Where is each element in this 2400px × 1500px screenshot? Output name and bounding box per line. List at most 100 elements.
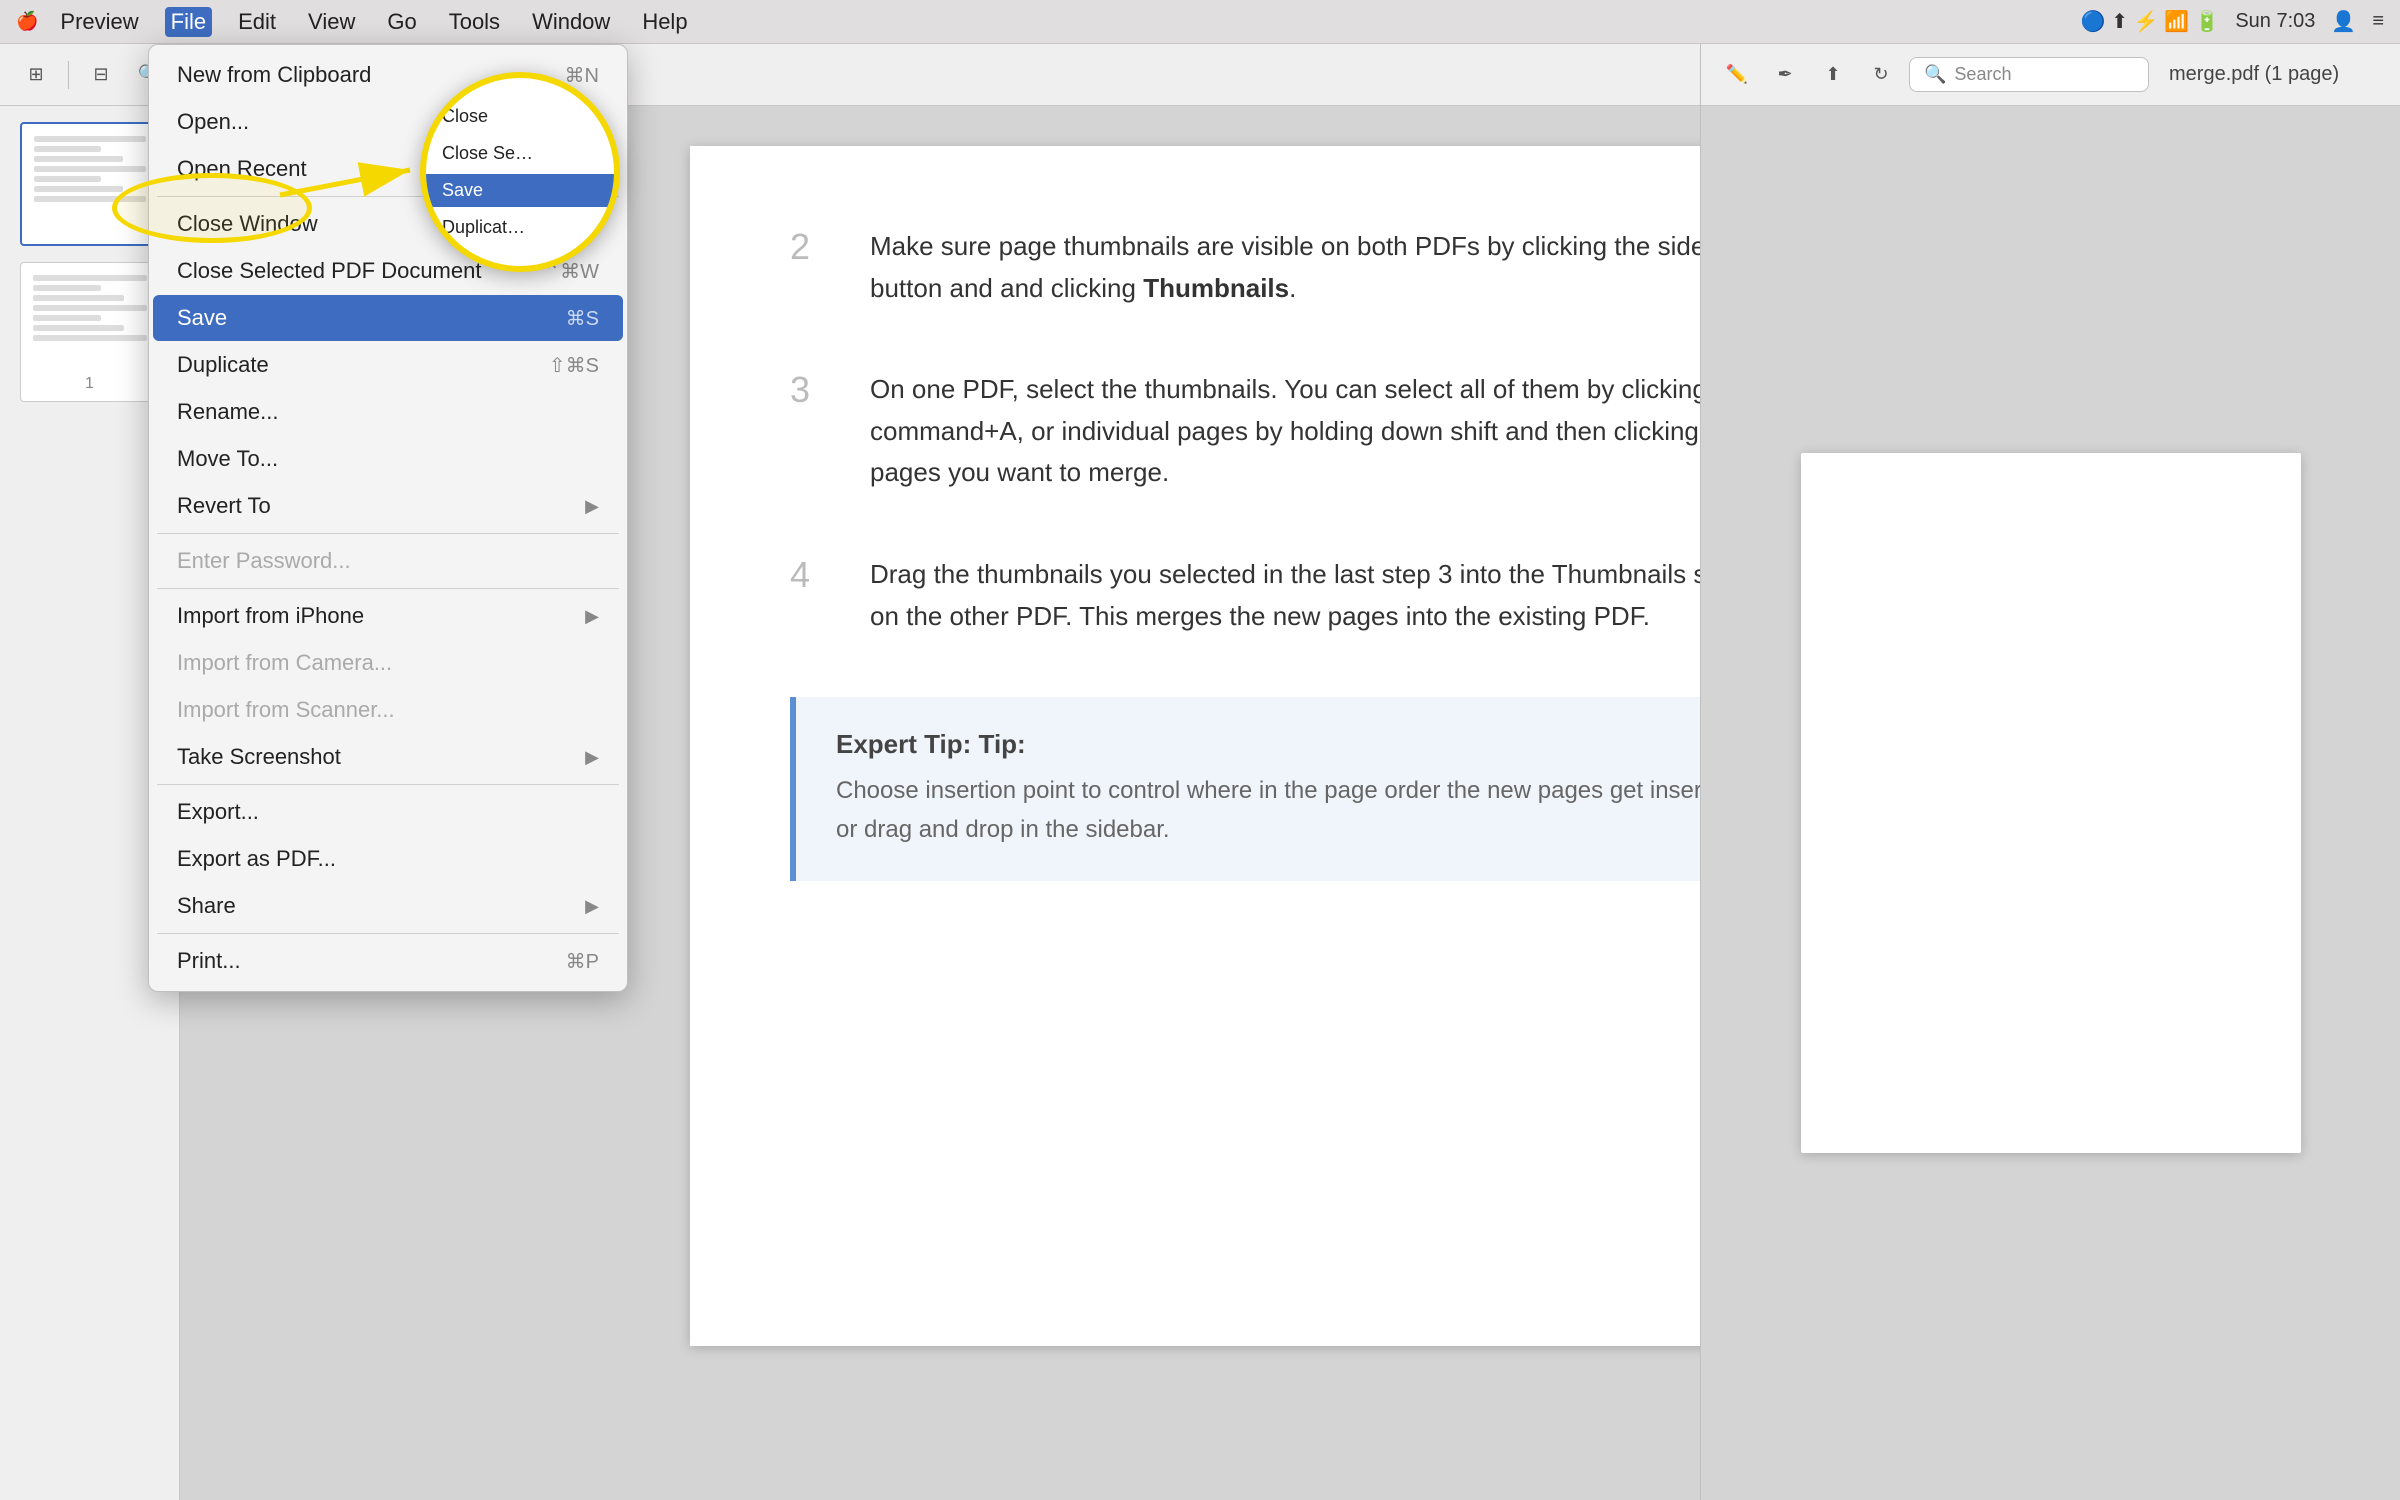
menubar-window[interactable]: Window [526,7,616,37]
menu-shortcut-print: ⌘P [566,949,599,974]
menubar-edit[interactable]: Edit [232,7,282,37]
menubar: 🍎 Preview File Edit View Go Tools Window… [0,0,2400,44]
menu-item-print[interactable]: Print... ⌘P [153,938,623,984]
thumb-line [33,295,124,301]
second-doc-area [1701,106,2400,1500]
zoom-item-close: Close [426,100,614,133]
step-text-3: On one PDF, select the thumbnails. You c… [870,369,1790,494]
menu-arrow-share: ▶ [585,896,599,917]
menu-arrow-take-screenshot: ▶ [585,747,599,768]
menubar-file[interactable]: File [165,7,212,37]
menu-label-import-camera: Import from Camera... [177,650,392,676]
menu-item-rename[interactable]: Rename... [153,389,623,435]
second-toolbar-rotate[interactable]: ↻ [1861,57,1901,93]
menubar-view[interactable]: View [302,7,361,37]
second-toolbar-markup[interactable]: ✒ [1765,57,1805,93]
thumb-line [33,335,147,341]
second-tab-label: merge.pdf (1 page) [2157,63,2351,86]
step-4: 4 Drag the thumbnails you selected in th… [790,554,1790,637]
step-text-4: Drag the thumbnails you selected in the … [870,554,1790,637]
menu-item-export-pdf[interactable]: Export as PDF... [153,836,623,882]
menubar-right: 🔵 ⬆ ⚡ 📶 🔋 Sun 7:03 👤 ≡ [2081,9,2384,34]
menu-item-take-screenshot[interactable]: Take Screenshot ▶ [153,734,623,780]
menu-item-password: Enter Password... [153,538,623,584]
menu-item-import-iphone[interactable]: Import from iPhone ▶ [153,593,623,639]
menu-label-close-pdf: Close Selected PDF Document [177,258,481,284]
thumb-line [33,325,124,331]
second-toolbar-pen[interactable]: ✏️ [1717,57,1757,93]
menu-item-import-camera: Import from Camera... [153,640,623,686]
thumb-line [34,176,101,182]
menubar-preview[interactable]: Preview [54,7,144,37]
menubar-icons: 🔵 ⬆ ⚡ 📶 🔋 [2081,9,2220,34]
step-3: 3 On one PDF, select the thumbnails. You… [790,369,1790,494]
menu-item-save[interactable]: Save ⌘S [153,295,623,341]
step-text-2: Make sure page thumbnails are visible on… [870,226,1790,309]
menu-label-revert: Revert To [177,493,271,519]
thumb-line [34,136,146,142]
thumb-line [33,275,147,281]
thumb-content-2 [29,271,151,371]
menu-item-duplicate[interactable]: Duplicate ⇧⌘S [153,342,623,388]
menu-item-share[interactable]: Share ▶ [153,883,623,929]
menu-label-duplicate: Duplicate [177,352,269,378]
expert-tip: Expert Tip: Tip: Choose insertion point … [790,697,1790,881]
thumb-num-2: 1 [29,375,151,393]
menu-label-print: Print... [177,948,241,974]
toolbar-zoom-fit[interactable]: ⊟ [81,57,121,93]
menu-shortcut-save: ⌘S [566,306,599,331]
step-num-4: 4 [790,554,830,637]
menu-label-open-recent: Open Recent [177,156,307,182]
thumb-line [34,146,101,152]
second-window: ✏️ ✒ ⬆ ↻ 🔍 Search merge.pdf (1 page) [1700,44,2400,1500]
menu-label-password: Enter Password... [177,548,351,574]
menu-label-move-to: Move To... [177,446,278,472]
menu-label-close-window: Close Window [177,211,318,237]
thumbnail-page-2[interactable]: 1 [20,262,160,402]
menubar-tools[interactable]: Tools [443,7,506,37]
menu-label-import-iphone: Import from iPhone [177,603,364,629]
thumb-line [33,315,101,321]
zoom-item-duplicat: Duplicat… [426,211,614,244]
menu-shortcut-new-clipboard: ⌘N [565,63,599,88]
menu-item-revert[interactable]: Revert To ▶ [153,483,623,529]
thumb-line [33,305,147,311]
menu-sep-3 [157,588,619,589]
menu-label-export-pdf: Export as PDF... [177,846,336,872]
menubar-help[interactable]: Help [636,7,693,37]
menu-sep-4 [157,784,619,785]
apple-menu[interactable]: 🍎 [16,11,38,32]
search-bar-right[interactable]: 🔍 Search [1909,57,2149,92]
search-icon-right: 🔍 [1924,64,1946,85]
expert-tip-text: Choose insertion point to control where … [836,772,1750,849]
menu-sep-5 [157,933,619,934]
menubar-time: Sun 7:03 [2235,10,2315,33]
menubar-menu-icon: ≡ [2372,10,2384,33]
menu-label-take-screenshot: Take Screenshot [177,744,341,770]
thumbnail-page-1[interactable] [20,122,160,246]
thumb-line [33,285,101,291]
menu-label-new-clipboard: New from Clipboard [177,62,371,88]
menu-label-export: Export... [177,799,259,825]
menu-shortcut-duplicate: ⇧⌘S [549,353,599,378]
thumb-content-1 [30,132,150,232]
thumb-line [34,196,146,202]
second-toolbar-share[interactable]: ⬆ [1813,57,1853,93]
menubar-go[interactable]: Go [381,7,422,37]
menu-sep-2 [157,533,619,534]
toolbar-sep-1 [68,61,69,89]
menu-arrow-revert: ▶ [585,496,599,517]
step-num-3: 3 [790,369,830,494]
toolbar-sidebar-btn[interactable]: ⊞ [16,57,56,93]
step-num-2: 2 [790,226,830,309]
thumb-line [34,186,124,192]
menu-label-rename: Rename... [177,399,279,425]
zoom-item-save: Save [426,174,614,207]
search-placeholder-right: Search [1954,64,2011,85]
menu-item-move-to[interactable]: Move To... [153,436,623,482]
second-toolbar: ✏️ ✒ ⬆ ↻ 🔍 Search merge.pdf (1 page) [1701,44,2400,106]
expert-tip-title: Expert Tip: Tip: [836,729,1750,760]
menu-label-import-scanner: Import from Scanner... [177,697,395,723]
thumb-line [34,156,124,162]
menu-item-export[interactable]: Export... [153,789,623,835]
